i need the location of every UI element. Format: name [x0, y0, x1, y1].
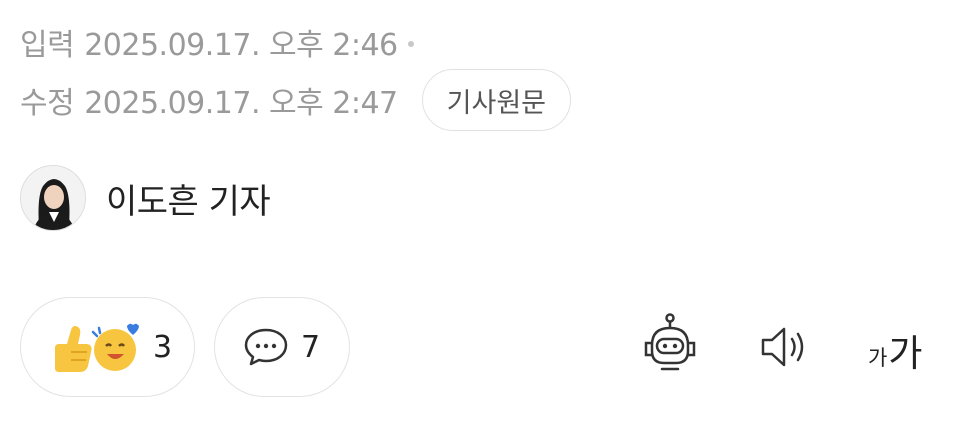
comment-button[interactable]: 7 [214, 297, 350, 397]
font-size-button[interactable]: 가 가 [868, 322, 922, 372]
edit-datetime: 2025.09.17. 오후 2:47 [84, 86, 398, 121]
reporter-photo-icon [21, 166, 85, 230]
reporter-name[interactable]: 이도흔 기자 [106, 174, 271, 223]
comment-count: 7 [301, 329, 321, 365]
input-time-row: 입력 2025.09.17. 오후 2:46 [20, 20, 414, 64]
reaction-button[interactable]: 3 [20, 297, 195, 397]
reporter-avatar[interactable] [20, 165, 86, 231]
speaker-icon [761, 327, 804, 367]
text-to-speech-button[interactable] [758, 322, 814, 372]
input-datetime: 2025.09.17. 오후 2:46 [84, 28, 398, 63]
reporter-byline[interactable]: 이도흔 기자 [20, 165, 271, 231]
separator-dot [407, 41, 414, 47]
reaction-count: 3 [153, 329, 173, 365]
input-label: 입력 [20, 28, 75, 63]
font-size-small-label: 가 [868, 346, 888, 370]
edit-time-row: 수정 2025.09.17. 오후 2:47 기사원문 [20, 68, 572, 132]
speech-bubble-icon [244, 328, 288, 366]
original-article-button[interactable]: 기사원문 [421, 69, 572, 131]
ai-summary-button[interactable] [637, 313, 703, 373]
thumbs-up-smile-icon [55, 323, 139, 372]
font-size-large-label: 가 [888, 332, 923, 375]
edit-label: 수정 [20, 86, 75, 121]
robot-icon [644, 313, 696, 371]
